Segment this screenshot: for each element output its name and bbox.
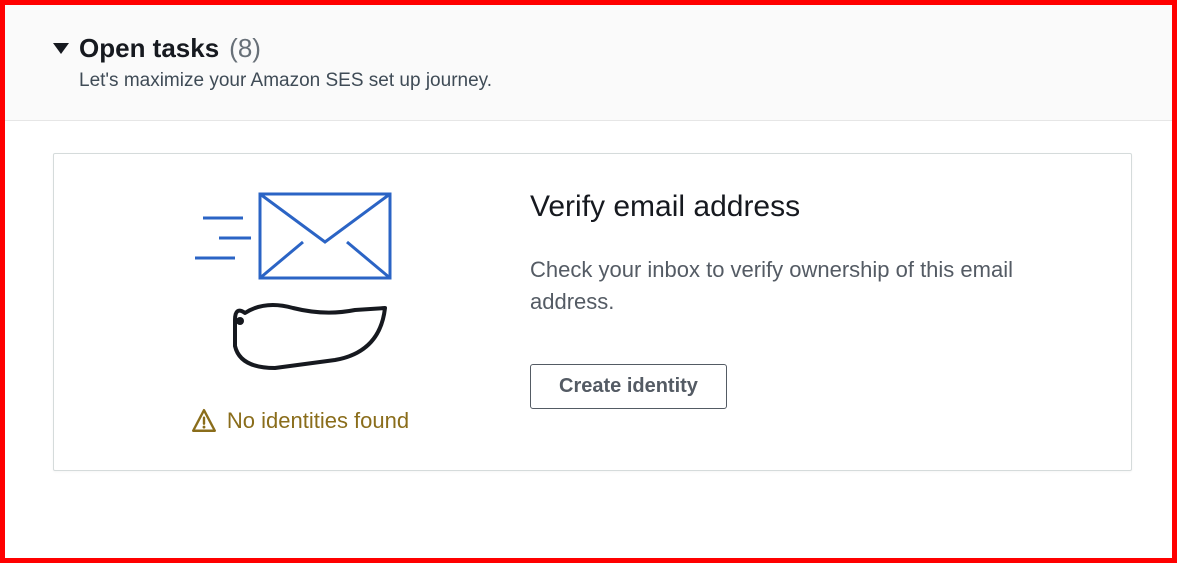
hand-envelope-icon — [185, 188, 415, 378]
status-row: No identities found — [191, 408, 409, 434]
open-tasks-count: (8) — [229, 33, 261, 64]
card-title: Verify email address — [530, 190, 1095, 224]
content-area: No identities found Verify email address… — [5, 121, 1172, 499]
header-title-row: Open tasks (8) — [53, 33, 1132, 64]
warning-triangle-icon — [191, 408, 217, 434]
status-text: No identities found — [227, 408, 409, 434]
screenshot-frame: Open tasks (8) Let's maximize your Amazo… — [0, 0, 1177, 563]
open-tasks-subtitle: Let's maximize your Amazon SES set up jo… — [79, 70, 1132, 92]
open-tasks-title: Open tasks — [79, 33, 219, 64]
caret-down-icon — [53, 43, 69, 54]
create-identity-button[interactable]: Create identity — [530, 364, 727, 409]
card-left-column: No identities found — [90, 184, 510, 434]
verify-email-card: No identities found Verify email address… — [53, 153, 1132, 471]
open-tasks-header[interactable]: Open tasks (8) Let's maximize your Amazo… — [5, 5, 1172, 121]
card-description: Check your inbox to verify ownership of … — [530, 254, 1070, 318]
card-right-column: Verify email address Check your inbox to… — [530, 184, 1095, 434]
